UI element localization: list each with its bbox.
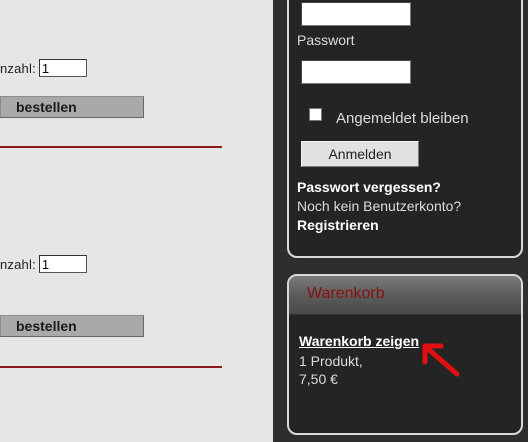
quantity-label: nzahl: bbox=[0, 256, 36, 272]
register-link[interactable]: Registrieren bbox=[297, 217, 379, 233]
cart-total: 7,50 € bbox=[299, 371, 338, 387]
divider bbox=[0, 366, 222, 368]
red-arrow-icon bbox=[422, 343, 460, 377]
sidebar: Passwort Angemeldet bleiben Anmelden Pas… bbox=[273, 0, 528, 442]
quantity-label: nzahl: bbox=[0, 60, 36, 76]
product-list: nzahl: bestellen nzahl: bestellen bbox=[0, 0, 273, 442]
divider bbox=[0, 146, 222, 148]
quantity-row: nzahl: bbox=[0, 57, 87, 79]
quantity-input[interactable] bbox=[38, 255, 87, 273]
order-button[interactable]: bestellen bbox=[0, 96, 144, 118]
login-box: Passwort Angemeldet bleiben Anmelden Pas… bbox=[287, 0, 523, 258]
show-cart-link[interactable]: Warenkorb zeigen bbox=[299, 333, 419, 349]
quantity-input[interactable] bbox=[38, 59, 87, 77]
cart-box: Warenkorb Warenkorb zeigen 1 Produkt, 7,… bbox=[287, 274, 523, 435]
quantity-row: nzahl: bbox=[0, 253, 87, 275]
remember-label: Angemeldet bleiben bbox=[336, 110, 469, 127]
remember-checkbox[interactable] bbox=[309, 108, 322, 121]
username-field[interactable] bbox=[301, 2, 411, 26]
order-button[interactable]: bestellen bbox=[0, 315, 144, 337]
login-button[interactable]: Anmelden bbox=[301, 141, 419, 167]
password-field[interactable] bbox=[301, 60, 411, 84]
password-label: Passwort bbox=[297, 32, 355, 48]
cart-header: Warenkorb bbox=[289, 276, 521, 315]
remember-me: Angemeldet bleiben bbox=[309, 108, 469, 127]
cart-title: Warenkorb bbox=[307, 285, 385, 302]
no-account-text: Noch kein Benutzerkonto? bbox=[297, 198, 462, 214]
cart-item-count: 1 Produkt, bbox=[299, 353, 363, 369]
forgot-password-link[interactable]: Passwort vergessen? bbox=[297, 179, 441, 195]
